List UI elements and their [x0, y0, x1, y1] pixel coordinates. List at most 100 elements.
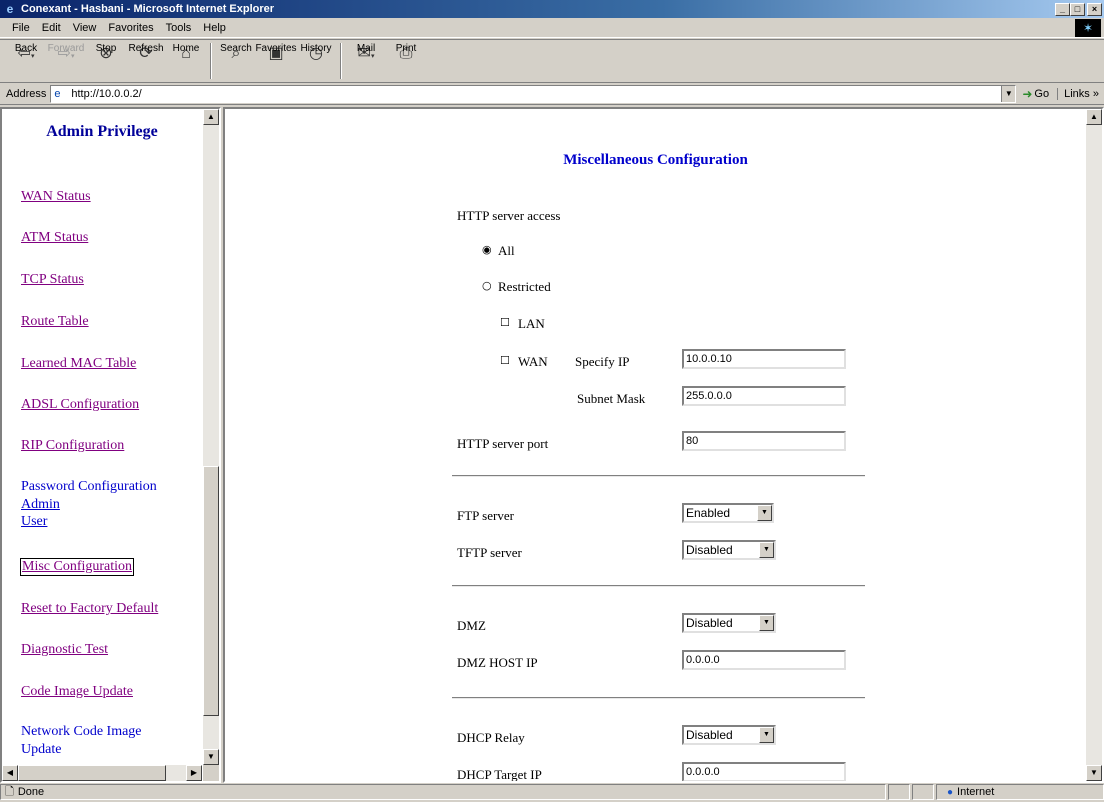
section-divider — [452, 585, 865, 587]
mail-button[interactable]: ✉▾ Mail — [346, 43, 386, 65]
section-divider — [452, 697, 865, 699]
sidebar-item-code-image-update[interactable]: Code Image Update — [21, 684, 133, 700]
main-vertical-scrollbar[interactable]: ▲ ▼ — [1086, 109, 1102, 781]
scroll-left-arrow-icon[interactable]: ◀ — [2, 765, 18, 781]
close-button[interactable]: × — [1087, 2, 1102, 16]
dropdown-arrow-icon[interactable]: ▼ — [759, 542, 774, 558]
address-input[interactable]: e http://10.0.0.2/ ▼ — [50, 85, 1017, 103]
navigation-frame: Admin Privilege WAN Status ATM Status TC… — [0, 107, 221, 783]
menu-tools[interactable]: Tools — [160, 22, 198, 34]
stop-button[interactable]: ⊗ Stop — [86, 43, 126, 65]
main-frame: Miscellaneous Configuration HTTP server … — [223, 107, 1104, 783]
address-bar: Address e http://10.0.0.2/ ▼ ➜ Go Links … — [0, 84, 1104, 105]
links-button[interactable]: Links » — [1057, 88, 1099, 100]
ftp-server-select[interactable]: Enabled ▼ — [682, 503, 774, 523]
status-panel — [888, 784, 910, 800]
search-button[interactable]: ⌕ Search — [216, 43, 256, 65]
back-button[interactable]: ⇦▾ Back — [6, 43, 46, 65]
sidebar-item-route-table[interactable]: Route Table — [21, 314, 89, 330]
sidebar-item-network-code-image-update[interactable]: Update — [21, 742, 61, 758]
window-controls: _ □ × — [1055, 2, 1102, 16]
dmz-label: DMZ — [457, 618, 486, 633]
address-url[interactable]: http://10.0.0.2/ — [71, 88, 1001, 100]
horizontal-scrollbar-thumb[interactable] — [18, 765, 166, 781]
zone-label: Internet — [957, 786, 995, 798]
sidebar-item-misc-configuration[interactable]: Misc Configuration — [19, 558, 135, 576]
radio-all[interactable]: ◉ — [482, 243, 492, 256]
tftp-server-select[interactable]: Disabled ▼ — [682, 540, 776, 560]
windows-logo-icon: ✶ — [1075, 19, 1101, 37]
scroll-up-arrow-icon[interactable]: ▲ — [203, 109, 219, 125]
home-button[interactable]: ⌂ Home — [166, 43, 206, 65]
page-title: Miscellaneous Configuration — [563, 152, 748, 168]
dmz-select[interactable]: Disabled ▼ — [682, 613, 776, 633]
dmz-host-ip-input[interactable]: 0.0.0.0 — [682, 650, 846, 670]
navigation-content: Admin Privilege WAN Status ATM Status TC… — [2, 109, 202, 765]
sidebar-title: Admin Privilege — [46, 123, 158, 140]
radio-all-label: All — [498, 243, 515, 258]
go-button[interactable]: ➜ Go — [1022, 87, 1049, 101]
sidebar-item-admin[interactable]: Admin — [21, 497, 60, 513]
checkbox-lan-label: LAN — [518, 316, 545, 331]
sidebar-item-rip-configuration[interactable]: RIP Configuration — [21, 438, 124, 454]
scroll-right-arrow-icon[interactable]: ▶ — [186, 765, 202, 781]
maximize-button[interactable]: □ — [1070, 2, 1085, 16]
sidebar-item-diagnostic-test[interactable]: Diagnostic Test — [21, 642, 108, 658]
ie-logo-icon: e — [6, 2, 14, 16]
address-dropdown-button[interactable]: ▼ — [1001, 86, 1016, 102]
menu-help[interactable]: Help — [197, 22, 232, 34]
specify-ip-input[interactable]: 10.0.0.10 — [682, 349, 846, 369]
subnet-mask-input[interactable]: 255.0.0.0 — [682, 386, 846, 406]
go-arrow-icon: ➜ — [1022, 87, 1033, 101]
dropdown-arrow-icon[interactable]: ▼ — [759, 727, 774, 743]
dropdown-arrow-icon[interactable]: ▼ — [759, 615, 774, 631]
title-bar: e Conexant - Hasbani - Microsoft Interne… — [0, 0, 1104, 18]
sidebar-item-reset-factory-default[interactable]: Reset to Factory Default — [21, 601, 158, 617]
sidebar-item-network-code-image[interactable]: Network Code Image — [21, 724, 142, 740]
ftp-server-label: FTP server — [457, 508, 514, 523]
navigation-vertical-scrollbar[interactable]: ▲ ▼ — [203, 109, 219, 765]
http-access-label: HTTP server access — [457, 208, 561, 223]
scroll-down-arrow-icon[interactable]: ▼ — [1086, 765, 1102, 781]
checkbox-lan[interactable]: ☐ — [500, 316, 510, 329]
globe-icon: ● — [947, 786, 954, 798]
scroll-down-arrow-icon[interactable]: ▼ — [203, 749, 219, 765]
navigation-horizontal-scrollbar[interactable]: ◀ ▶ — [2, 765, 202, 781]
address-label: Address — [6, 88, 47, 100]
refresh-button[interactable]: ⟳ Refresh — [126, 43, 166, 65]
menu-bar: File Edit View Favorites Tools Help ✶ — [0, 18, 1104, 38]
status-bar: 🗋 Done ● Internet — [0, 783, 1104, 801]
tftp-server-label: TFTP server — [457, 545, 522, 560]
security-zone: ● Internet — [936, 784, 1104, 800]
dhcp-relay-label: DHCP Relay — [457, 730, 525, 745]
menu-favorites[interactable]: Favorites — [102, 22, 159, 34]
sidebar-item-atm-status[interactable]: ATM Status — [21, 230, 88, 246]
print-button[interactable]: ⎙ Print — [386, 43, 426, 65]
checkbox-wan[interactable]: ☐ — [500, 354, 510, 367]
dhcp-relay-select[interactable]: Disabled ▼ — [682, 725, 776, 745]
specify-ip-label: Specify IP — [575, 354, 630, 369]
dropdown-arrow-icon[interactable]: ▼ — [757, 505, 772, 521]
sidebar-item-tcp-status[interactable]: TCP Status — [21, 272, 84, 288]
sidebar-item-password-configuration: Password Configuration — [21, 479, 157, 494]
minimize-button[interactable]: _ — [1055, 2, 1070, 16]
radio-restricted[interactable]: ○ — [482, 279, 492, 292]
menu-view[interactable]: View — [67, 22, 103, 34]
menu-file[interactable]: File — [6, 22, 36, 34]
sidebar-item-user[interactable]: User — [21, 514, 47, 530]
favorites-button[interactable]: ▣ Favorites — [255, 43, 296, 65]
section-divider — [452, 475, 865, 477]
sidebar-item-adsl-configuration[interactable]: ADSL Configuration — [21, 397, 139, 413]
scroll-up-arrow-icon[interactable]: ▲ — [1086, 109, 1102, 125]
dhcp-target-ip-input[interactable]: 0.0.0.0 — [682, 762, 846, 781]
scrollbar-thumb[interactable] — [203, 466, 219, 716]
sidebar-item-wan-status[interactable]: WAN Status — [21, 189, 91, 205]
window-title: Conexant - Hasbani - Microsoft Internet … — [21, 3, 275, 15]
sidebar-item-learned-mac-table[interactable]: Learned MAC Table — [21, 356, 136, 372]
scrollbar-corner — [203, 765, 219, 781]
menu-edit[interactable]: Edit — [36, 22, 67, 34]
http-port-input[interactable]: 80 — [682, 431, 846, 451]
history-button[interactable]: ◷ History — [296, 43, 336, 65]
forward-button[interactable]: ⇨▾ Forward — [46, 43, 86, 65]
status-text-panel: 🗋 Done — [0, 784, 886, 800]
